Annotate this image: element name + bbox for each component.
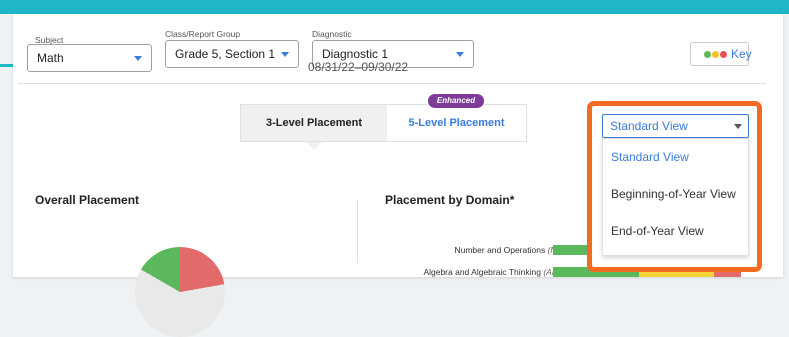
group-select[interactable]: Grade 5, Section 1 [165,40,299,68]
subject-select[interactable]: Math [27,44,152,72]
domain-name: Number and Operations [454,245,546,255]
group-value: Grade 5, Section 1 [175,47,276,61]
key-label: Key [731,47,752,61]
group-label: Class/Report Group [165,29,241,39]
view-select-value: Standard View [610,119,688,133]
tab-5-level-placement[interactable]: 5-Level Placement [387,105,526,141]
domain-row-label: Number and Operations (NO) [454,245,566,255]
section-divider [357,200,358,263]
view-options-list: Standard View Beginning-of-Year View End… [602,138,749,256]
domain-name: Algebra and Algebraic Thinking [423,267,541,277]
view-option-standard[interactable]: Standard View [603,141,748,174]
key-button[interactable]: Key [690,42,752,66]
diagnostic-dates: 08/31/22–09/30/22 [308,60,409,74]
view-option-beginning-of-year[interactable]: Beginning-of-Year View [603,178,748,211]
active-tab-pointer [306,142,322,150]
diagnostic-label: Diagnostic [312,29,352,39]
subject-value: Math [37,51,64,65]
divider [18,83,766,84]
overall-placement-title: Overall Placement [35,193,140,207]
placement-tabs: 3-Level Placement 5-Level Placement [240,104,527,142]
overall-placement-pie [135,247,225,337]
view-dropdown-highlight: Standard View Standard View Beginning-of… [587,101,762,272]
diagnostic-value: Diagnostic 1 [322,47,389,61]
chevron-down-icon [134,56,142,61]
yellow-dot-icon [712,51,719,58]
placement-by-domain-title: Placement by Domain* [385,193,515,207]
view-option-end-of-year[interactable]: End-of-Year View [603,215,748,248]
tab-3-level-placement[interactable]: 3-Level Placement [241,105,387,141]
chevron-down-icon [281,52,289,57]
chevron-down-icon [734,124,742,129]
enhanced-badge: Enhanced [428,94,484,108]
chevron-down-icon [456,52,464,57]
view-select[interactable]: Standard View [602,114,749,138]
green-dot-icon [704,51,711,58]
domain-row-label: Algebra and Algebraic Thinking (ALG) [423,267,566,277]
top-accent-bar [0,0,789,14]
red-dot-icon [720,51,727,58]
